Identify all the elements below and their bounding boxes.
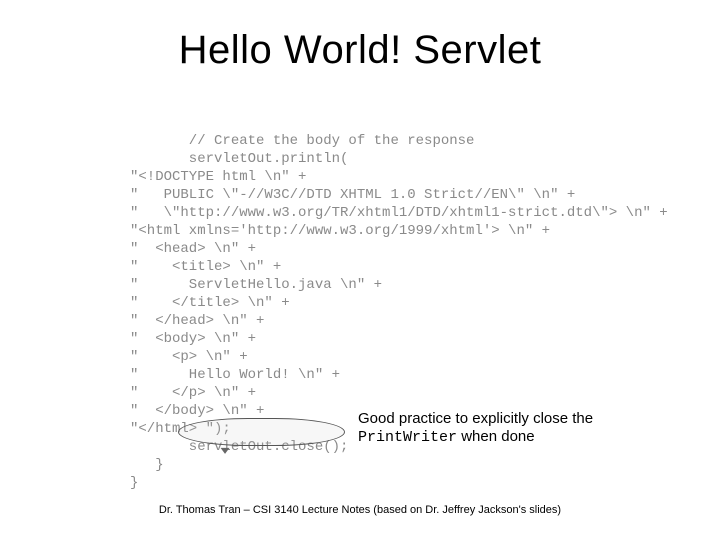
callout-prefix: Good practice to explicitly close the	[358, 410, 593, 427]
callout-highlight-oval	[178, 418, 345, 446]
slide: Hello World! Servlet // Create the body …	[0, 0, 720, 540]
slide-footer: Dr. Thomas Tran – CSI 3140 Lecture Notes…	[0, 504, 720, 516]
callout-suffix: when done	[457, 428, 535, 445]
callout-tail-icon: ▾	[220, 443, 229, 457]
callout-mono: PrintWriter	[358, 429, 457, 446]
page-title: Hello World! Servlet	[0, 28, 720, 73]
callout-text: Good practice to explicitly close the Pr…	[358, 410, 638, 447]
